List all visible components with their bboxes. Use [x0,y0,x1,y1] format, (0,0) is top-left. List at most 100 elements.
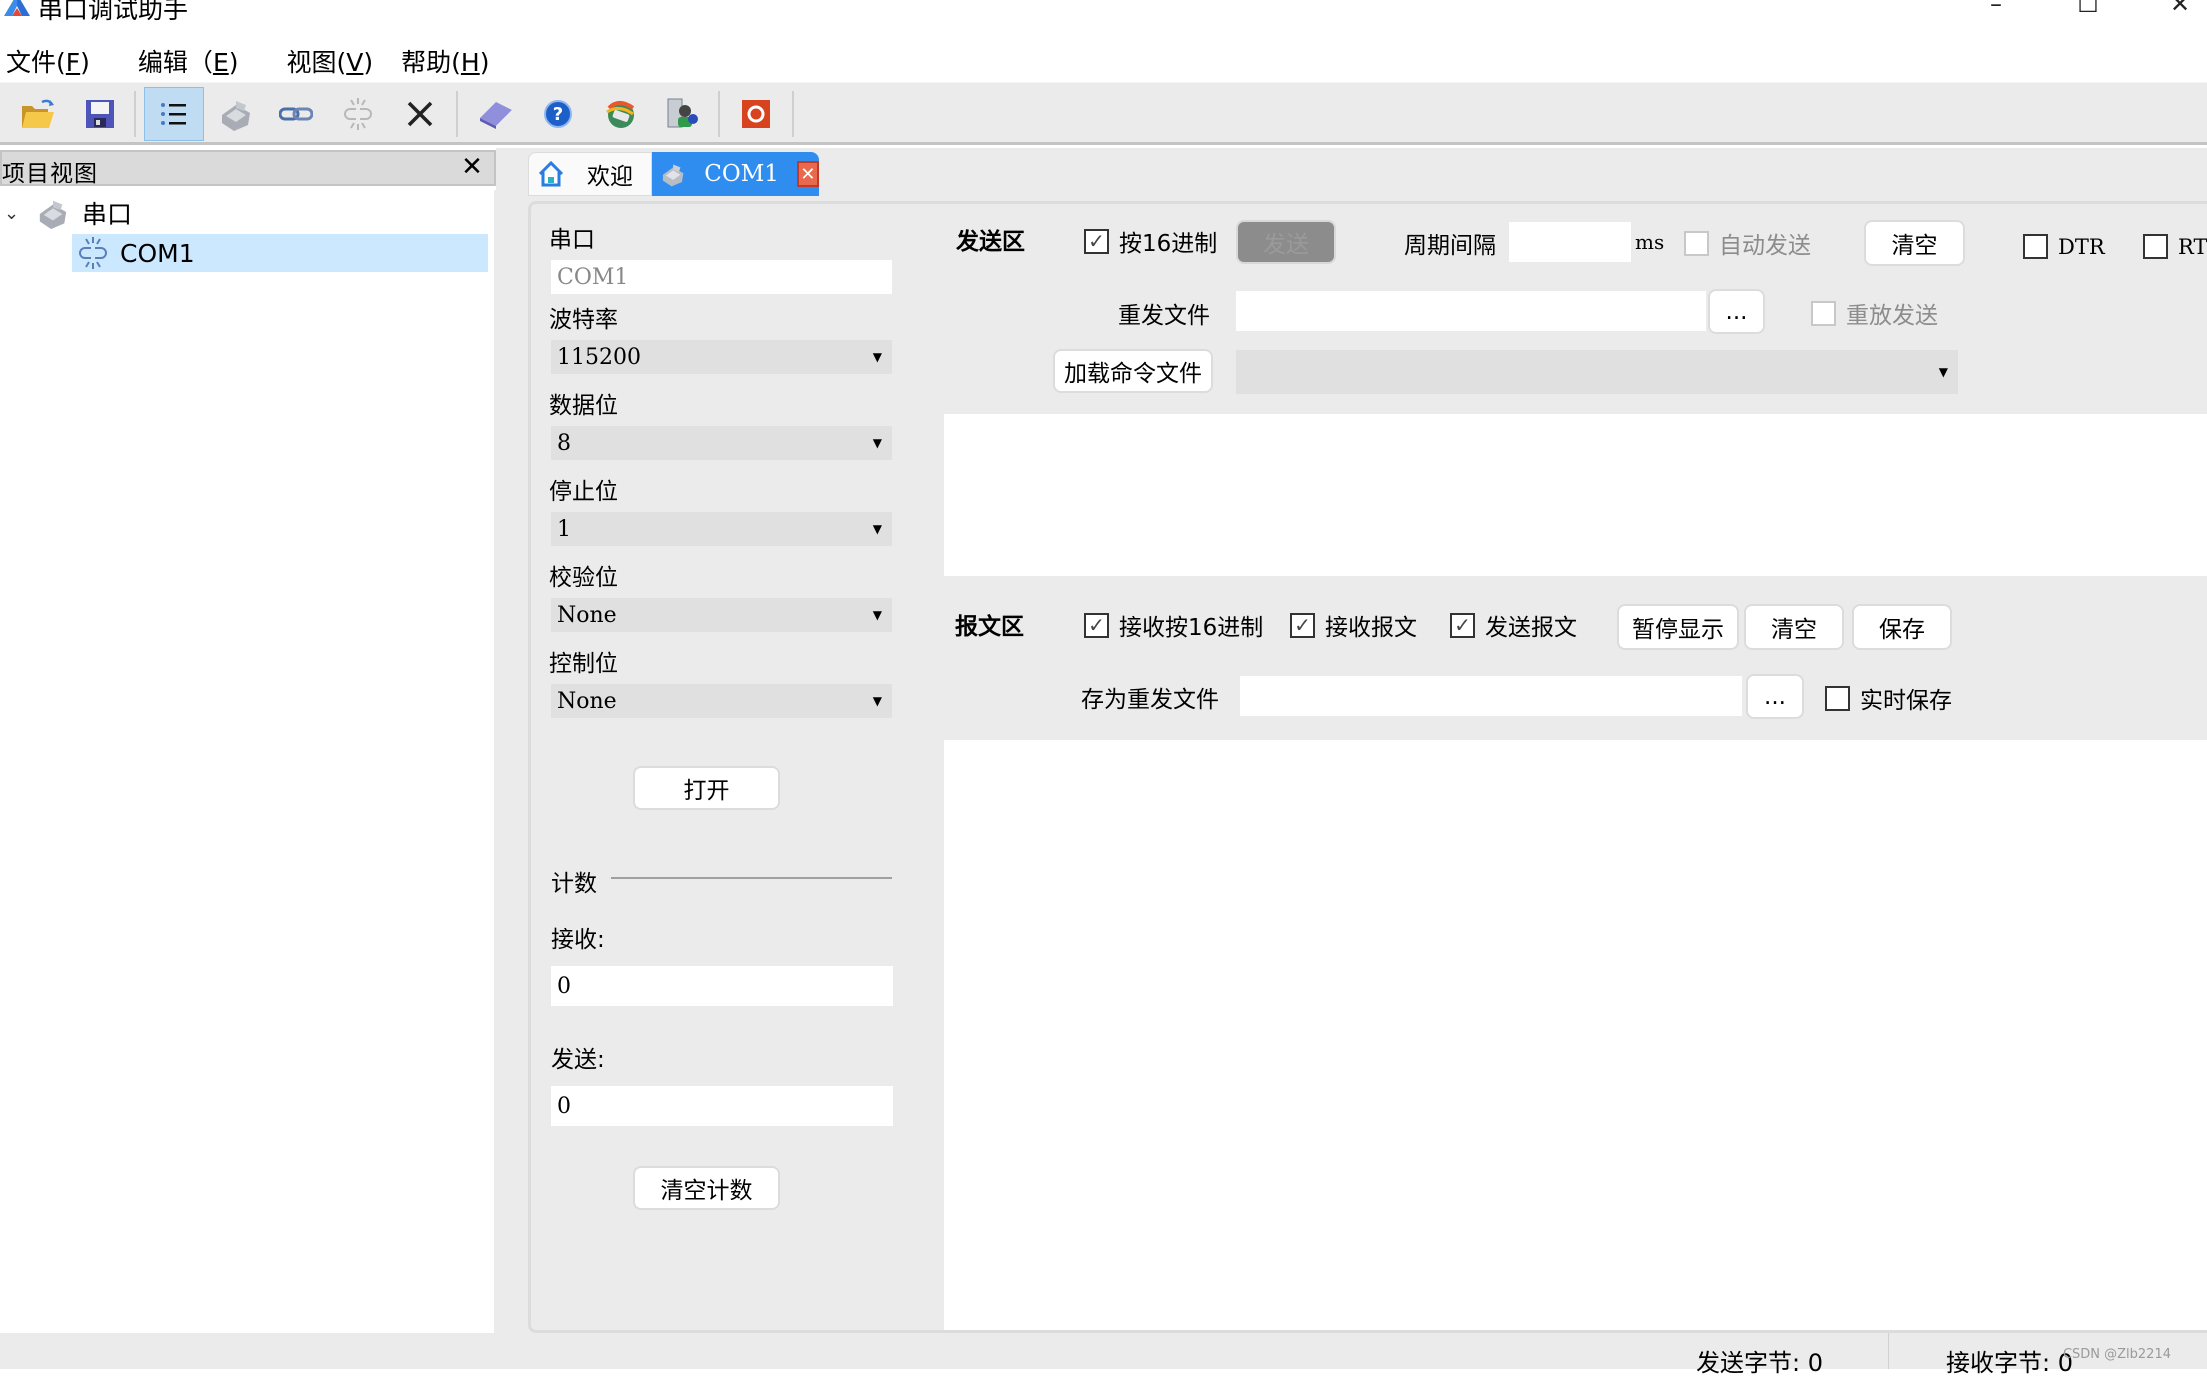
network-button[interactable] [590,87,650,141]
checkbox-unchecked-icon [1684,230,1709,256]
watermark: CSDN @Zlb2214 [2062,1347,2171,1362]
recv-count-label: 接收: [551,927,605,953]
stopbits-value: 1 [557,516,571,542]
tree-node-label: 串口 [82,200,133,229]
resend-file-input[interactable] [1236,291,1706,331]
send-msg-checkbox[interactable]: ✓ 发送报文 [1450,608,1577,642]
toolbar-separator [134,91,136,137]
open-folder-icon [22,99,54,128]
clear-send-button[interactable]: 清空 [1864,220,1965,266]
list-view-icon [161,103,186,125]
checkbox-label: 自动发送 [1719,233,1811,259]
report-log-area[interactable] [944,740,2207,1330]
svg-text:?: ? [553,104,563,125]
recv-count-field[interactable]: 0 [551,966,893,1006]
com1-page: 串口 COM1 波特率 115200 ▼ 数据位 8 ▼ 停止位 1 ▼ 校验位 No… [528,201,2207,1333]
project-view-panel: 项目视图 ✕ ⌄ 串口 COM1 [0,148,496,1333]
menu-bar: 文件(F) 编辑（E) 视图(V) 帮助(H) [0,40,2207,82]
period-input[interactable] [1509,222,1631,262]
recv-hex-checkbox[interactable]: ✓ 接收按16进制 [1084,608,1263,642]
manual-button[interactable] [466,87,526,141]
checkbox-checked-icon: ✓ [1084,228,1109,254]
open-port-button[interactable]: 打开 [633,766,780,810]
databits-select[interactable]: 8 ▼ [551,426,892,460]
toolbar-separator [718,91,720,137]
open-button[interactable] [8,87,68,141]
menu-file[interactable]: 文件(F) [6,43,90,79]
menu-edit[interactable]: 编辑（E) [138,43,239,79]
help-button[interactable]: ? [528,87,588,141]
minimize-button[interactable]: – [1976,0,2016,22]
hex-send-checkbox[interactable]: ✓ 按16进制 [1084,224,1217,258]
load-command-file-button[interactable]: 加载命令文件 [1053,349,1213,393]
send-area-title: 发送区 [956,229,1025,255]
connect-link-icon [279,107,313,121]
browse-save-button[interactable]: ... [1746,674,1804,719]
list-view-button[interactable] [144,87,204,141]
databits-label: 数据位 [549,393,618,419]
serial-port-device-icon [662,164,684,187]
checkbox-label: 发送报文 [1485,615,1577,641]
send-count-field[interactable]: 0 [551,1086,893,1126]
checkbox-label: 接收报文 [1325,615,1417,641]
flow-label: 控制位 [549,651,618,677]
baud-select[interactable]: 115200 ▼ [551,340,892,374]
tree-node-serial[interactable]: ⌄ 串口 [0,194,496,232]
status-bar: 发送字节: 0 接收字节: 0 CSDN @Zlb2214 [0,1333,2207,1377]
clear-count-button[interactable]: 清空计数 [633,1166,780,1210]
checkbox-unchecked-icon [1825,685,1850,711]
chevron-down-icon[interactable]: ⌄ [4,203,30,224]
toolbar: ? [0,82,2207,145]
send-button[interactable]: 发送 [1236,220,1336,264]
clear-report-button[interactable]: 清空 [1744,604,1844,650]
parity-select[interactable]: None ▼ [551,598,892,632]
recv-msg-checkbox[interactable]: ✓ 接收报文 [1290,608,1417,642]
status-separator [1888,1333,1889,1369]
computer-users-icon [667,98,698,128]
baud-label: 波特率 [549,307,618,333]
save-button[interactable] [70,87,130,141]
serial-port-device-icon [39,200,67,229]
disconnect-button[interactable] [328,87,388,141]
command-select[interactable]: ▼ [1236,350,1958,394]
maximize-button[interactable]: ☐ [2068,0,2108,22]
dtr-checkbox[interactable]: DTR [2023,234,2105,259]
serial-port-button[interactable] [206,87,266,141]
parity-label: 校验位 [549,565,618,591]
browse-resend-button[interactable]: ... [1708,289,1765,334]
connect-button[interactable] [266,87,326,141]
tree-node-label: COM1 [120,238,195,268]
delete-button[interactable] [390,87,450,141]
menu-view[interactable]: 视图(V) [287,43,374,79]
users-button[interactable] [652,87,712,141]
checkbox-checked-icon: ✓ [1290,612,1315,638]
toolbar-separator [792,91,794,137]
close-panel-button[interactable]: ✕ [458,152,486,182]
baud-value: 115200 [557,344,641,370]
close-tab-icon[interactable]: ✕ [796,161,819,187]
save-report-button[interactable]: 保存 [1852,604,1952,650]
send-text-area[interactable] [944,414,2207,576]
auto-send-checkbox[interactable]: 自动发送 [1684,226,1811,260]
realtime-save-checkbox[interactable]: 实时保存 [1825,681,1952,715]
tree-node-com1[interactable]: COM1 [72,234,488,272]
databits-value: 8 [557,430,571,456]
send-count-label: 发送: [551,1047,605,1073]
checkbox-label: DTR [2058,234,2105,259]
stop-button[interactable] [726,87,786,141]
checkbox-unchecked-icon [1811,300,1836,326]
tab-welcome[interactable]: 欢迎 [528,152,652,196]
replay-send-checkbox[interactable]: 重放发送 [1811,296,1938,330]
stop-record-icon [742,100,770,128]
close-window-button[interactable]: ✕ [2160,0,2200,22]
pause-display-button[interactable]: 暂停显示 [1617,604,1739,650]
flow-select[interactable]: None ▼ [551,684,892,718]
rts-checkbox[interactable]: RTS [2143,234,2207,259]
tab-com1[interactable]: COM1 ✕ [652,152,819,196]
save-as-resend-input[interactable] [1240,676,1742,716]
checkbox-label: RTS [2178,234,2207,259]
port-field[interactable]: COM1 [551,260,892,294]
stopbits-select[interactable]: 1 ▼ [551,512,892,546]
menu-help[interactable]: 帮助(H) [401,43,489,79]
sent-bytes-status: 发送字节: 0 [1696,1349,1823,1377]
